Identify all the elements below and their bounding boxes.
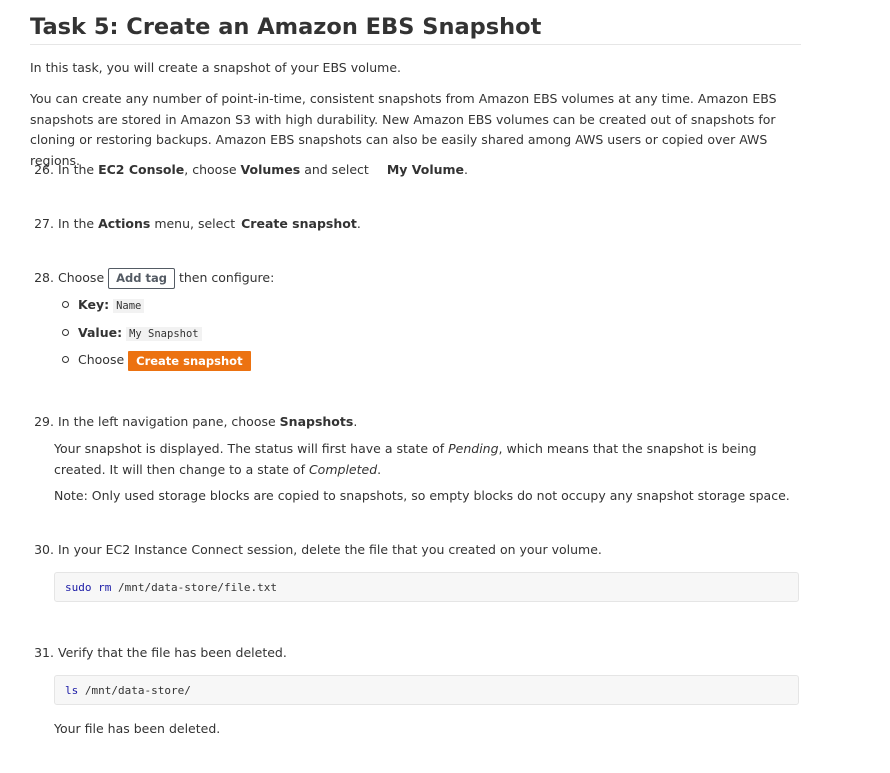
key-label: Key: <box>78 297 110 312</box>
code-command: rm <box>98 581 112 594</box>
step-text: In the Actions menu, select Create snapsh… <box>57 216 361 231</box>
step-28: 28. Choose Add tag then configure: <box>30 268 274 289</box>
create-snapshot-label: Create snapshot <box>241 216 357 231</box>
code-argument: /mnt/data-store/ <box>84 684 191 697</box>
value-item: Value: My Snapshot <box>78 323 202 344</box>
step-text: In the left navigation pane, choose Snap… <box>57 414 358 429</box>
result-text: Your file has been deleted. <box>54 721 221 736</box>
key-item: Key: Name <box>78 295 145 316</box>
snapshot-status-text: Your snapshot is displayed. The status w… <box>54 441 757 477</box>
step-number: 26. <box>34 162 54 177</box>
code-command: sudo <box>65 581 92 594</box>
create-snapshot-button[interactable]: Create snapshot <box>128 350 251 371</box>
code-argument: /mnt/data-store/file.txt <box>118 581 277 594</box>
code-command: ls <box>65 684 79 697</box>
step-29: 29. In the left navigation pane, choose … <box>30 412 357 432</box>
step-26: 26. In the EC2 Console, choose Volumes a… <box>30 160 468 180</box>
ec2-console-label: EC2 Console <box>98 162 185 177</box>
description-text: You can create any number of point-in-ti… <box>30 91 777 168</box>
intro-text: In this task, you will create a snapshot… <box>30 60 401 75</box>
step-text: In your EC2 Instance Connect session, de… <box>57 542 602 557</box>
step-number: 30. <box>34 542 54 557</box>
my-volume-label: My Volume <box>386 162 465 177</box>
note-text: Note: Only used storage blocks are copie… <box>54 488 790 503</box>
bullet-icon <box>62 301 69 308</box>
bullet-icon <box>62 356 69 363</box>
bullet-icon <box>62 329 69 336</box>
step-number: 29. <box>34 414 54 429</box>
page-title: Task 5: Create an Amazon EBS Snapshot <box>30 14 542 40</box>
value-label: Value: <box>78 325 123 340</box>
value-value: My Snapshot <box>126 327 202 341</box>
step-text: Verify that the file has been deleted. <box>57 645 287 660</box>
step-30: 30. In your EC2 Instance Connect session… <box>30 540 602 560</box>
step-number: 31. <box>34 645 54 660</box>
step-number: 27. <box>34 216 54 231</box>
choose-item: Choose Create snapshot <box>78 350 251 371</box>
step-31: 31. Verify that the file has been delete… <box>30 643 287 663</box>
actions-label: Actions <box>98 216 151 231</box>
title-divider <box>30 44 801 45</box>
step-text: In the EC2 Console, choose Volumes and s… <box>57 162 469 177</box>
step-number: 28. <box>34 270 54 285</box>
key-value: Name <box>113 299 145 313</box>
snapshots-label: Snapshots <box>279 414 354 429</box>
step-text: Choose Add tag then configure: <box>58 268 274 289</box>
code-block-delete[interactable]: sudo rm /mnt/data-store/file.txt <box>54 572 799 602</box>
step-27: 27. In the Actions menu, select Create sn… <box>30 214 361 234</box>
page: Task 5: Create an Amazon EBS Snapshot In… <box>0 0 890 773</box>
add-tag-button[interactable]: Add tag <box>108 268 175 289</box>
code-block-list[interactable]: ls /mnt/data-store/ <box>54 675 799 705</box>
volumes-label: Volumes <box>240 162 301 177</box>
